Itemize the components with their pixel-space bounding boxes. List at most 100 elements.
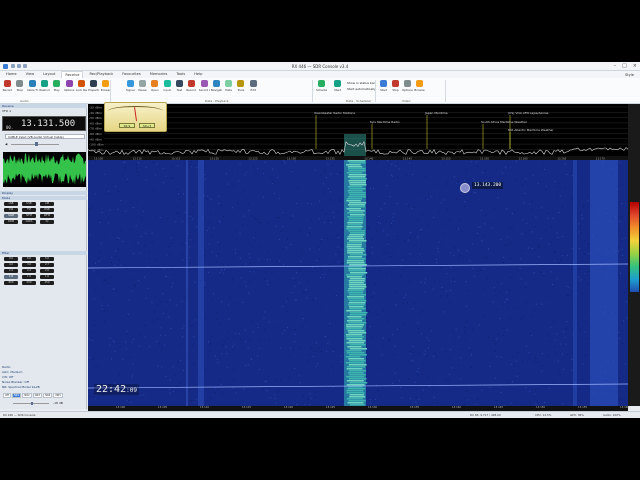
grid-button[interactable]: 4.0 xyxy=(4,263,18,267)
menu-tab[interactable]: Memories xyxy=(147,71,171,78)
grid-button[interactable]: 5.0 xyxy=(40,257,54,261)
menu-tab[interactable]: Layout xyxy=(40,71,58,78)
ribbon-button[interactable]: Cable Transfer xyxy=(27,79,38,98)
scheduler-option[interactable]: Start automatically xyxy=(347,87,376,91)
ribbon-button[interactable]: Edit xyxy=(248,79,259,98)
menu-tab[interactable]: Favourites xyxy=(119,71,144,78)
station-label[interactable]: Kyiv Maritime Radio xyxy=(370,120,400,124)
ribbon-button[interactable]: Stop xyxy=(14,79,25,98)
nr-mode-button[interactable]: NR4 xyxy=(43,393,53,398)
grid-button[interactable]: LSB xyxy=(4,202,18,206)
display-header[interactable]: Display xyxy=(0,191,87,195)
waterfall-noise xyxy=(300,260,302,262)
scheduler-button[interactable]: Scheduler xyxy=(316,79,327,98)
menu-tab[interactable]: Rec/Playback xyxy=(86,71,116,78)
grid-button[interactable]: AM xyxy=(40,202,54,206)
video-button[interactable]: Stop xyxy=(390,79,401,98)
grid-button[interactable]: 1.0 xyxy=(40,275,54,279)
scheduler-option[interactable]: Show in status bar xyxy=(347,81,375,85)
grid-button[interactable]: WFM xyxy=(40,214,54,218)
ribbon-button[interactable]: Lock Radio xyxy=(76,79,87,98)
ribbon-button[interactable]: Open xyxy=(149,79,160,98)
ribbon-button[interactable]: Data xyxy=(223,79,234,98)
ribbon-button[interactable]: Navigation xyxy=(211,79,222,98)
grid-button[interactable]: 250 xyxy=(40,281,54,285)
ribbon-button[interactable]: Input xyxy=(162,79,173,98)
menu-tab[interactable]: Home xyxy=(3,71,20,78)
mode-header[interactable]: Mode xyxy=(0,196,87,200)
ribbon-button[interactable]: Rewind xyxy=(39,79,50,98)
ribbon-button[interactable]: Play xyxy=(51,79,62,98)
menu-tab[interactable]: Help xyxy=(191,71,205,78)
grid-button[interactable]: 3.0 xyxy=(22,263,36,267)
station-label[interactable]: Mid-Atlantic Maritime Weather xyxy=(508,128,554,132)
menu-tab[interactable]: View xyxy=(23,71,38,78)
grid-button[interactable]: IQ xyxy=(40,220,54,224)
squelch-slider[interactable]: -18 dB xyxy=(3,401,63,405)
ribbon-button[interactable]: Record FM xyxy=(186,79,197,98)
audio-device-select[interactable]: CABLE Input (VB-Audio Virtual Cable) xyxy=(5,134,85,139)
grid-button[interactable]: 2.2 xyxy=(22,269,36,273)
nr-mode-button[interactable]: NR3 xyxy=(32,393,43,398)
close-icon[interactable]: × xyxy=(633,63,637,69)
ribbon-button[interactable]: Record xyxy=(2,79,13,98)
nr-mode-button[interactable]: NR1 xyxy=(11,393,22,398)
video-button[interactable]: Start xyxy=(378,79,389,98)
grid-button[interactable]: 2.0 xyxy=(40,269,54,273)
station-label[interactable]: Ulaanbaatar Radio Stations xyxy=(314,111,355,115)
menu-tab[interactable]: Receive xyxy=(61,71,84,78)
scheduler-button[interactable]: Start xyxy=(332,79,343,98)
grid-button[interactable]: 1.5 xyxy=(22,275,36,279)
filter-header[interactable]: Filter xyxy=(0,251,87,255)
ribbon-button[interactable]: Properties xyxy=(88,79,99,98)
waterfall-noise xyxy=(93,397,95,399)
settings-row[interactable]: CW: Off xyxy=(2,375,13,379)
grid-button[interactable]: SAM xyxy=(4,214,18,218)
receive-header[interactable]: Receive xyxy=(0,104,87,108)
ribbon-button[interactable]: Record Audio xyxy=(199,79,210,98)
ribbon-button[interactable]: Options xyxy=(64,79,75,98)
grid-button[interactable]: NFM xyxy=(22,214,36,218)
settings-row[interactable]: Radio xyxy=(2,365,10,369)
minimize-icon[interactable]: – xyxy=(614,63,617,69)
menu-tab[interactable]: Tools xyxy=(173,71,188,78)
settings-row[interactable]: Noise Blanker: Off xyxy=(2,380,29,384)
grid-button[interactable]: FM xyxy=(22,208,36,212)
grid-button[interactable]: USB xyxy=(22,202,36,206)
waterfall-color-scale[interactable] xyxy=(630,202,639,292)
video-button[interactable]: Browse xyxy=(414,79,425,98)
waterfall-noise xyxy=(300,231,302,233)
ribbon-button[interactable]: Pause xyxy=(137,79,148,98)
nr-mode-button[interactable]: NR5 xyxy=(53,393,63,398)
grid-button[interactable]: 6.0 xyxy=(22,257,36,261)
grid-button[interactable]: 9.0 xyxy=(4,257,18,261)
ribbon-button[interactable]: Test xyxy=(174,79,185,98)
waterfall-display[interactable] xyxy=(88,160,628,406)
volume-thumb[interactable] xyxy=(35,142,38,146)
grid-button[interactable]: 1.8 xyxy=(4,275,18,279)
ribbon-button[interactable]: Tools xyxy=(235,79,246,98)
grid-button[interactable]: DSB xyxy=(40,208,54,212)
grid-button[interactable]: CW xyxy=(4,208,18,212)
frequency-display[interactable]: 00. 13.131.500 xyxy=(2,116,86,131)
nr-mode-button[interactable]: Off xyxy=(3,393,11,398)
settings-row[interactable]: NR: Spectral Model 1&2B xyxy=(2,385,40,389)
video-button[interactable]: Options xyxy=(402,79,413,98)
squelch-thumb[interactable] xyxy=(31,402,33,405)
station-label[interactable]: (US) VOA AFN Lajes/Azores xyxy=(508,111,549,115)
ribbon-button[interactable]: Signal xyxy=(125,79,136,98)
station-label[interactable]: Japan Maritime xyxy=(424,111,448,115)
station-label[interactable]: South Africa Maritime Weather xyxy=(481,120,528,124)
settings-row[interactable]: AGC: Medium xyxy=(2,370,22,374)
nr-mode-button[interactable]: NR2 xyxy=(22,393,32,398)
grid-button[interactable]: 2.4 xyxy=(4,269,18,273)
waterfall-noise xyxy=(426,337,428,339)
grid-button[interactable]: DATA xyxy=(22,220,36,224)
grid-button[interactable]: 500 xyxy=(22,281,36,285)
grid-button[interactable]: 800 xyxy=(4,281,18,285)
maximize-icon[interactable]: □ xyxy=(622,63,627,69)
grid-button[interactable]: 2.7 xyxy=(40,263,54,267)
spectrum-display[interactable]: -30 dBm -40 dBm -50 dBm -60 dBm -70 dBm -80 d… xyxy=(88,104,628,160)
volume-slider[interactable]: ◀ xyxy=(5,142,65,146)
grid-button[interactable]: DRM xyxy=(4,220,18,224)
